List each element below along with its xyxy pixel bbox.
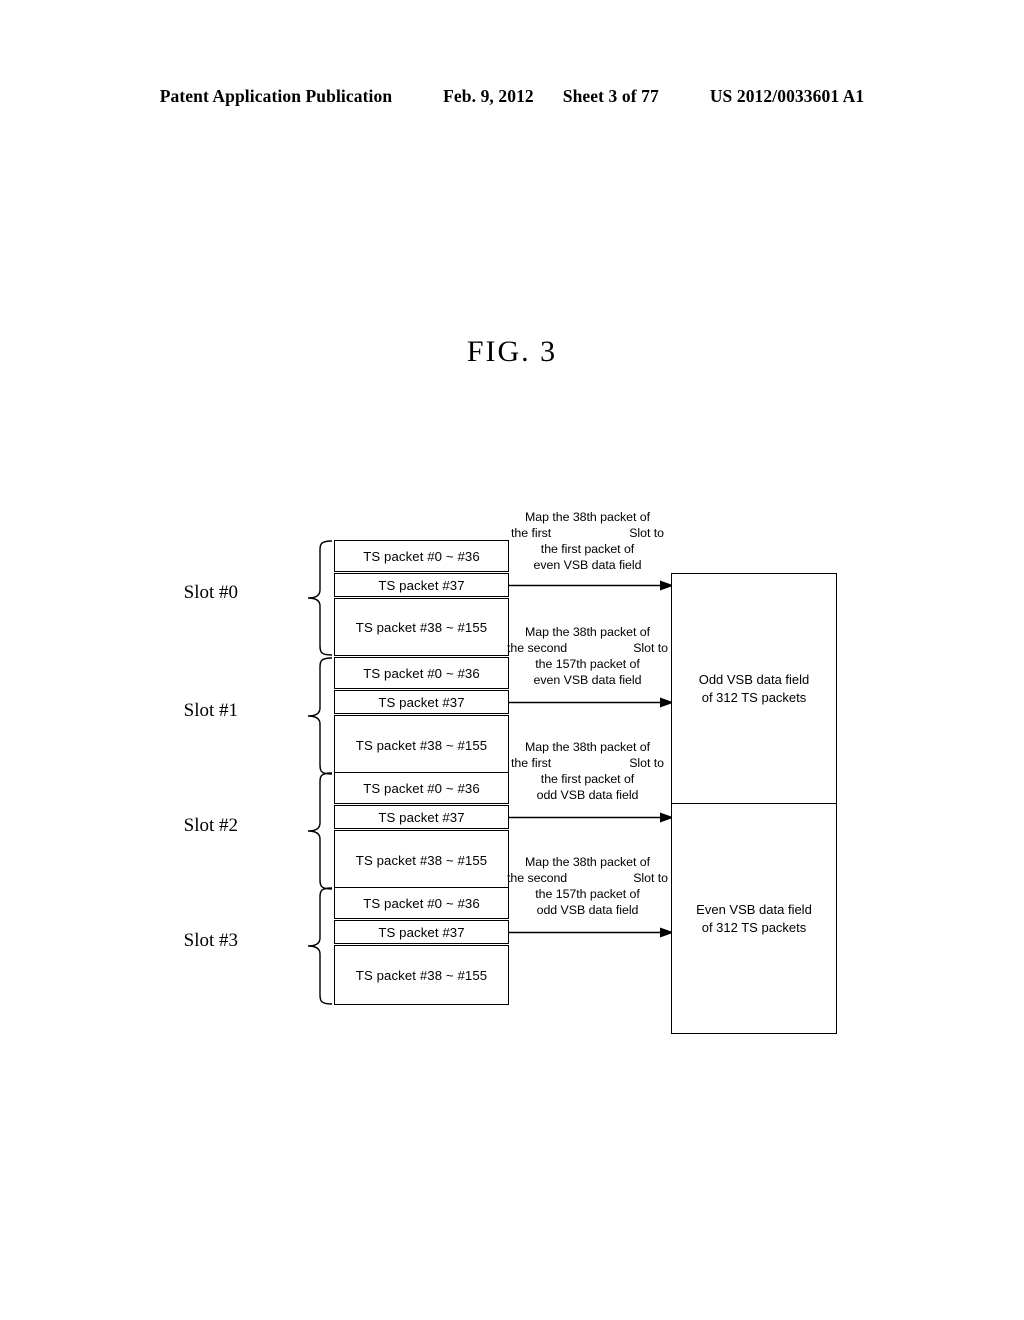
- annotation-line: the first packet of: [540, 542, 635, 556]
- annotation-line-right: Slot to: [633, 871, 668, 885]
- slot-brace-0: [307, 540, 333, 656]
- annotation-line: Map the 38th packet of: [525, 855, 650, 869]
- slot-label-0: Slot #0: [183, 582, 238, 603]
- packet-row-label: TS packet #0 ~ #36: [363, 895, 480, 911]
- mapping-annotation-2: Map the 38th packet of the second Slot t…: [505, 624, 670, 688]
- figure-3-diagram: Slot #0 TS packet #0 ~ #36 TS packet #37…: [0, 0, 1024, 1320]
- packet-row-label: TS packet #0 ~ #36: [363, 665, 480, 681]
- packet-row: TS packet #37: [334, 805, 509, 829]
- annotation-line-left: the first: [511, 526, 552, 540]
- packet-row-label: TS packet #38 ~ #155: [355, 737, 488, 753]
- mapping-arrow-2: [508, 697, 674, 708]
- packet-row-label: TS packet #0 ~ #36: [363, 780, 480, 796]
- annotation-line-left: the first: [511, 756, 552, 770]
- annotation-line: the first Slot to: [505, 755, 670, 771]
- annotation-line-right: Slot to: [633, 641, 668, 655]
- annotation-line-left: the second: [507, 641, 568, 655]
- slot-label-2: Slot #2: [183, 815, 238, 836]
- packet-row: TS packet #0 ~ #36: [334, 657, 509, 689]
- annotation-line: even VSB data field: [533, 558, 642, 572]
- annotation-line: Map the 38th packet of: [525, 625, 650, 639]
- annotation-line: even VSB data field: [533, 673, 642, 687]
- annotation-line: odd VSB data field: [536, 788, 639, 802]
- annotation-line: Map the 38th packet of: [525, 740, 650, 754]
- mapping-arrow-4: [508, 927, 674, 938]
- packet-row: TS packet #37: [334, 920, 509, 944]
- packet-row-label: TS packet #0 ~ #36: [363, 548, 480, 564]
- slot-brace-3: [307, 887, 333, 1005]
- slot-brace-1: [307, 657, 333, 775]
- odd-vsb-line-2: of 312 TS packets: [701, 689, 807, 705]
- mapping-arrow-1: [508, 580, 674, 591]
- packet-row: TS packet #37: [334, 690, 509, 714]
- annotation-line: the 157th packet of: [535, 657, 640, 671]
- even-vsb-label-group: Even VSB data field of 312 TS packets: [696, 901, 812, 937]
- even-vsb-line-1: Even VSB data field: [696, 901, 812, 917]
- annotation-line-right: Slot to: [629, 756, 664, 770]
- packet-row: TS packet #38 ~ #155: [334, 598, 509, 656]
- mapping-annotation-3: Map the 38th packet of the first Slot to…: [505, 739, 670, 803]
- packet-row: TS packet #37: [334, 573, 509, 597]
- annotation-line: Map the 38th packet of: [525, 510, 650, 524]
- packet-row-label: TS packet #37: [378, 577, 465, 593]
- packet-row-label: TS packet #37: [378, 924, 465, 940]
- packet-row: TS packet #0 ~ #36: [334, 887, 509, 919]
- mapping-annotation-1: Map the 38th packet of the first Slot to…: [505, 509, 670, 573]
- mapping-annotation-4: Map the 38th packet of the second Slot t…: [505, 854, 670, 918]
- annotation-line: the second Slot to: [505, 640, 670, 656]
- packet-row-label: TS packet #37: [378, 809, 465, 825]
- even-vsb-line-2: of 312 TS packets: [701, 919, 807, 935]
- annotation-line: the second Slot to: [505, 870, 670, 886]
- annotation-line: the first packet of: [540, 772, 635, 786]
- odd-vsb-data-field-box: Odd VSB data field of 312 TS packets: [671, 573, 837, 804]
- annotation-line-right: Slot to: [629, 526, 664, 540]
- even-vsb-data-field-box: Even VSB data field of 312 TS packets: [671, 803, 837, 1034]
- slot-brace-2: [307, 772, 333, 890]
- packet-row: TS packet #38 ~ #155: [334, 715, 509, 775]
- annotation-line: odd VSB data field: [536, 903, 639, 917]
- slot-label-1: Slot #1: [183, 700, 238, 721]
- annotation-line: the first Slot to: [505, 525, 670, 541]
- slot-label-3: Slot #3: [183, 930, 238, 951]
- packet-row-label: TS packet #38 ~ #155: [355, 852, 488, 868]
- annotation-line: the 157th packet of: [535, 887, 640, 901]
- annotation-line-left: the second: [507, 871, 568, 885]
- packet-row-label: TS packet #38 ~ #155: [355, 967, 488, 983]
- packet-row-label: TS packet #38 ~ #155: [355, 619, 488, 635]
- odd-vsb-label-group: Odd VSB data field of 312 TS packets: [699, 671, 810, 707]
- packet-row: TS packet #0 ~ #36: [334, 772, 509, 804]
- mapping-arrow-3: [508, 812, 674, 823]
- packet-row: TS packet #0 ~ #36: [334, 540, 509, 572]
- packet-row: TS packet #38 ~ #155: [334, 945, 509, 1005]
- packet-row: TS packet #38 ~ #155: [334, 830, 509, 890]
- packet-row-label: TS packet #37: [378, 694, 465, 710]
- odd-vsb-line-1: Odd VSB data field: [698, 671, 810, 687]
